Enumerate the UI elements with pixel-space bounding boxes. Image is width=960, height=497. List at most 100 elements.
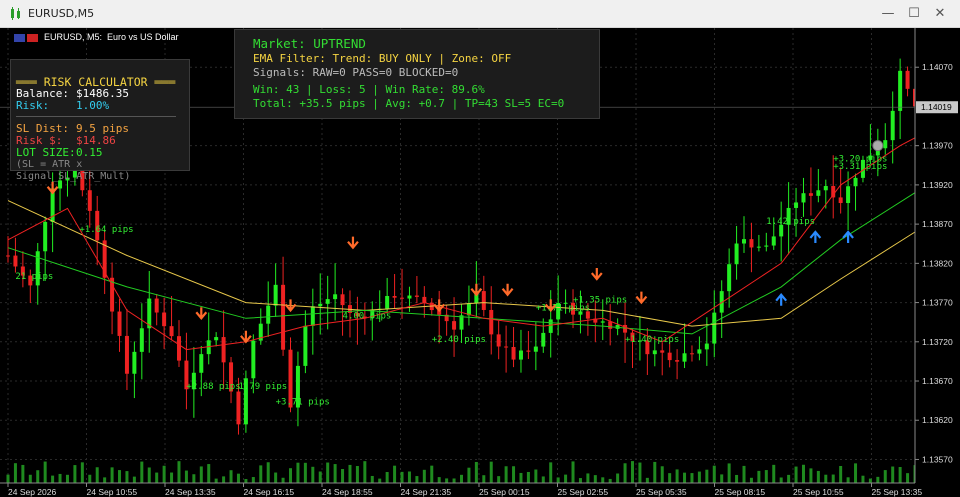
- volume-bar: [764, 470, 768, 483]
- chart-window-icon: [11, 7, 20, 20]
- time-tick-label: 24 Sep 16:15: [244, 487, 295, 497]
- volume-bar: [534, 469, 538, 483]
- volume-bar: [318, 471, 322, 483]
- volume-bar: [65, 474, 69, 483]
- candle-body: [124, 335, 129, 374]
- time-tick-label: 25 Sep 13:35: [872, 487, 923, 497]
- volume-bar: [36, 470, 40, 483]
- candle-body: [169, 326, 174, 337]
- volume-bar: [281, 477, 285, 483]
- volume-bar: [749, 477, 753, 483]
- lot-size-value: 0.15: [76, 146, 103, 159]
- volume-bar: [787, 474, 791, 483]
- volume-bar: [564, 474, 568, 483]
- volume-bar: [177, 461, 181, 483]
- candle-body: [422, 296, 427, 303]
- price-chart[interactable]: 21 pips +1.64 pips +2.88 pips 1.79 pips +3.7…: [0, 28, 960, 497]
- time-tick-label: 24 Sep 18:55: [322, 487, 373, 497]
- candle-body: [251, 340, 256, 379]
- time-tick-label: 25 Sep 05:35: [636, 487, 687, 497]
- minimize-button[interactable]: —: [876, 4, 900, 24]
- volume-bar: [147, 467, 151, 483]
- volume-bar: [192, 474, 196, 483]
- time-tick-label: 24 Sep 13:35: [165, 487, 216, 497]
- candle-body: [333, 294, 338, 300]
- time-tick-label: 24 Sep 21:35: [401, 487, 452, 497]
- sl-formula: (SL = ATR x Signal_SL_ATR_Mult): [16, 159, 131, 182]
- volume-bar: [630, 461, 634, 483]
- trade-result-label: 1.79 pips: [238, 382, 287, 392]
- volume-bar: [170, 472, 174, 483]
- candle-body: [794, 202, 799, 208]
- candle-body: [749, 239, 754, 248]
- volume-bar: [660, 466, 664, 483]
- candle-body: [392, 296, 397, 298]
- volume-bar: [103, 477, 107, 483]
- volume-bar: [385, 471, 389, 483]
- volume-bar: [757, 470, 761, 483]
- candle-body: [310, 306, 315, 326]
- candle-body: [823, 186, 828, 191]
- volume-bar: [809, 468, 813, 483]
- volume-bar: [140, 461, 144, 483]
- volume-bar: [95, 467, 99, 483]
- volume-bar: [422, 469, 426, 483]
- candle-body: [452, 321, 457, 330]
- price-tick-label: 1.13670: [922, 376, 953, 386]
- candle-body: [905, 70, 910, 89]
- trade-result-label: +2.40 pips: [432, 335, 486, 345]
- candle-body: [697, 349, 702, 354]
- volume-bar: [526, 471, 530, 483]
- volume-bar: [125, 471, 129, 483]
- market-info-panel: Market: UPTREND EMA Filter: Trend: BUY O…: [234, 29, 600, 119]
- close-button[interactable]: ✕: [928, 4, 952, 24]
- volume-bar: [407, 471, 411, 483]
- candle-body: [660, 350, 665, 353]
- volume-bar: [58, 473, 62, 483]
- volume-bar: [445, 478, 449, 483]
- volume-bar: [497, 476, 501, 483]
- volume-bar: [400, 471, 404, 483]
- candle-body: [13, 255, 18, 267]
- symbol-header: EURUSD, M5: Euro vs US Dollar: [14, 32, 179, 42]
- volume-bar: [274, 472, 278, 483]
- volume-bar: [236, 473, 240, 483]
- volume-bar: [155, 472, 159, 483]
- volume-bar: [460, 474, 463, 483]
- candle-body: [816, 190, 821, 196]
- volume-bar: [244, 478, 248, 483]
- time-tick-label: 24 Sep 2026: [8, 487, 56, 497]
- candle-body: [236, 391, 241, 425]
- candle-body: [675, 360, 680, 362]
- time-tick-label: 24 Sep 10:55: [87, 487, 138, 497]
- candle-body: [407, 295, 412, 299]
- candle-body: [273, 284, 278, 306]
- price-tick-label: 1.13870: [922, 219, 953, 229]
- volume-bar: [541, 476, 545, 483]
- price-tick-label: 1.13770: [922, 298, 953, 308]
- volume-bar: [519, 472, 523, 483]
- risk-label: Risk:: [16, 99, 50, 112]
- volume-bar: [586, 473, 590, 483]
- volume-bar: [80, 462, 84, 483]
- volume-bar: [199, 466, 203, 483]
- candle-body: [608, 321, 613, 329]
- volume-bar: [118, 470, 122, 483]
- candle-body: [600, 321, 605, 323]
- price-tick-label: 1.13620: [922, 415, 953, 425]
- time-tick-label: 25 Sep 02:55: [558, 487, 609, 497]
- volume-bar: [43, 461, 47, 483]
- volume-bar: [370, 475, 374, 483]
- candle-body: [481, 291, 486, 310]
- volume-bar: [742, 465, 746, 483]
- volume-bar: [883, 470, 887, 483]
- candle-body: [853, 177, 858, 187]
- maximize-button[interactable]: ☐: [902, 4, 926, 24]
- volume-bar: [645, 477, 649, 483]
- volume-bar: [296, 462, 300, 483]
- symbol-description: Euro vs US Dollar: [107, 32, 179, 42]
- volume-bar: [876, 476, 880, 483]
- candle-body: [756, 246, 761, 248]
- volume-bar: [415, 476, 419, 483]
- volume-bar: [705, 469, 709, 483]
